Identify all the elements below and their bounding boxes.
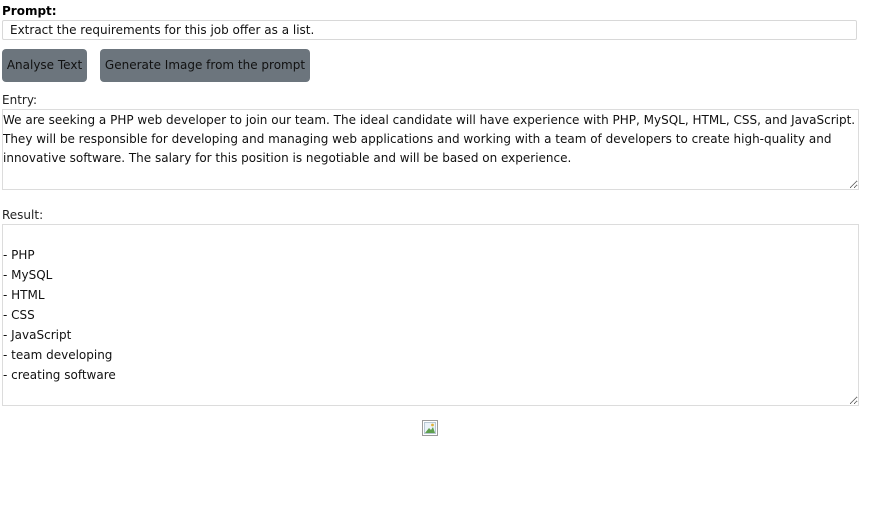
entry-textarea[interactable]: We are seeking a PHP web developer to jo… xyxy=(2,109,859,190)
generate-image-button[interactable]: Generate Image from the prompt xyxy=(100,49,310,82)
result-label: Result: xyxy=(2,208,44,222)
broken-image-icon xyxy=(422,420,438,436)
prompt-label: Prompt: xyxy=(2,4,57,18)
prompt-input[interactable] xyxy=(2,20,857,40)
result-textarea[interactable]: - PHP - MySQL - HTML - CSS - JavaScript … xyxy=(2,224,859,406)
entry-label: Entry: xyxy=(2,93,38,107)
analyse-text-button[interactable]: Analyse Text xyxy=(2,49,87,82)
